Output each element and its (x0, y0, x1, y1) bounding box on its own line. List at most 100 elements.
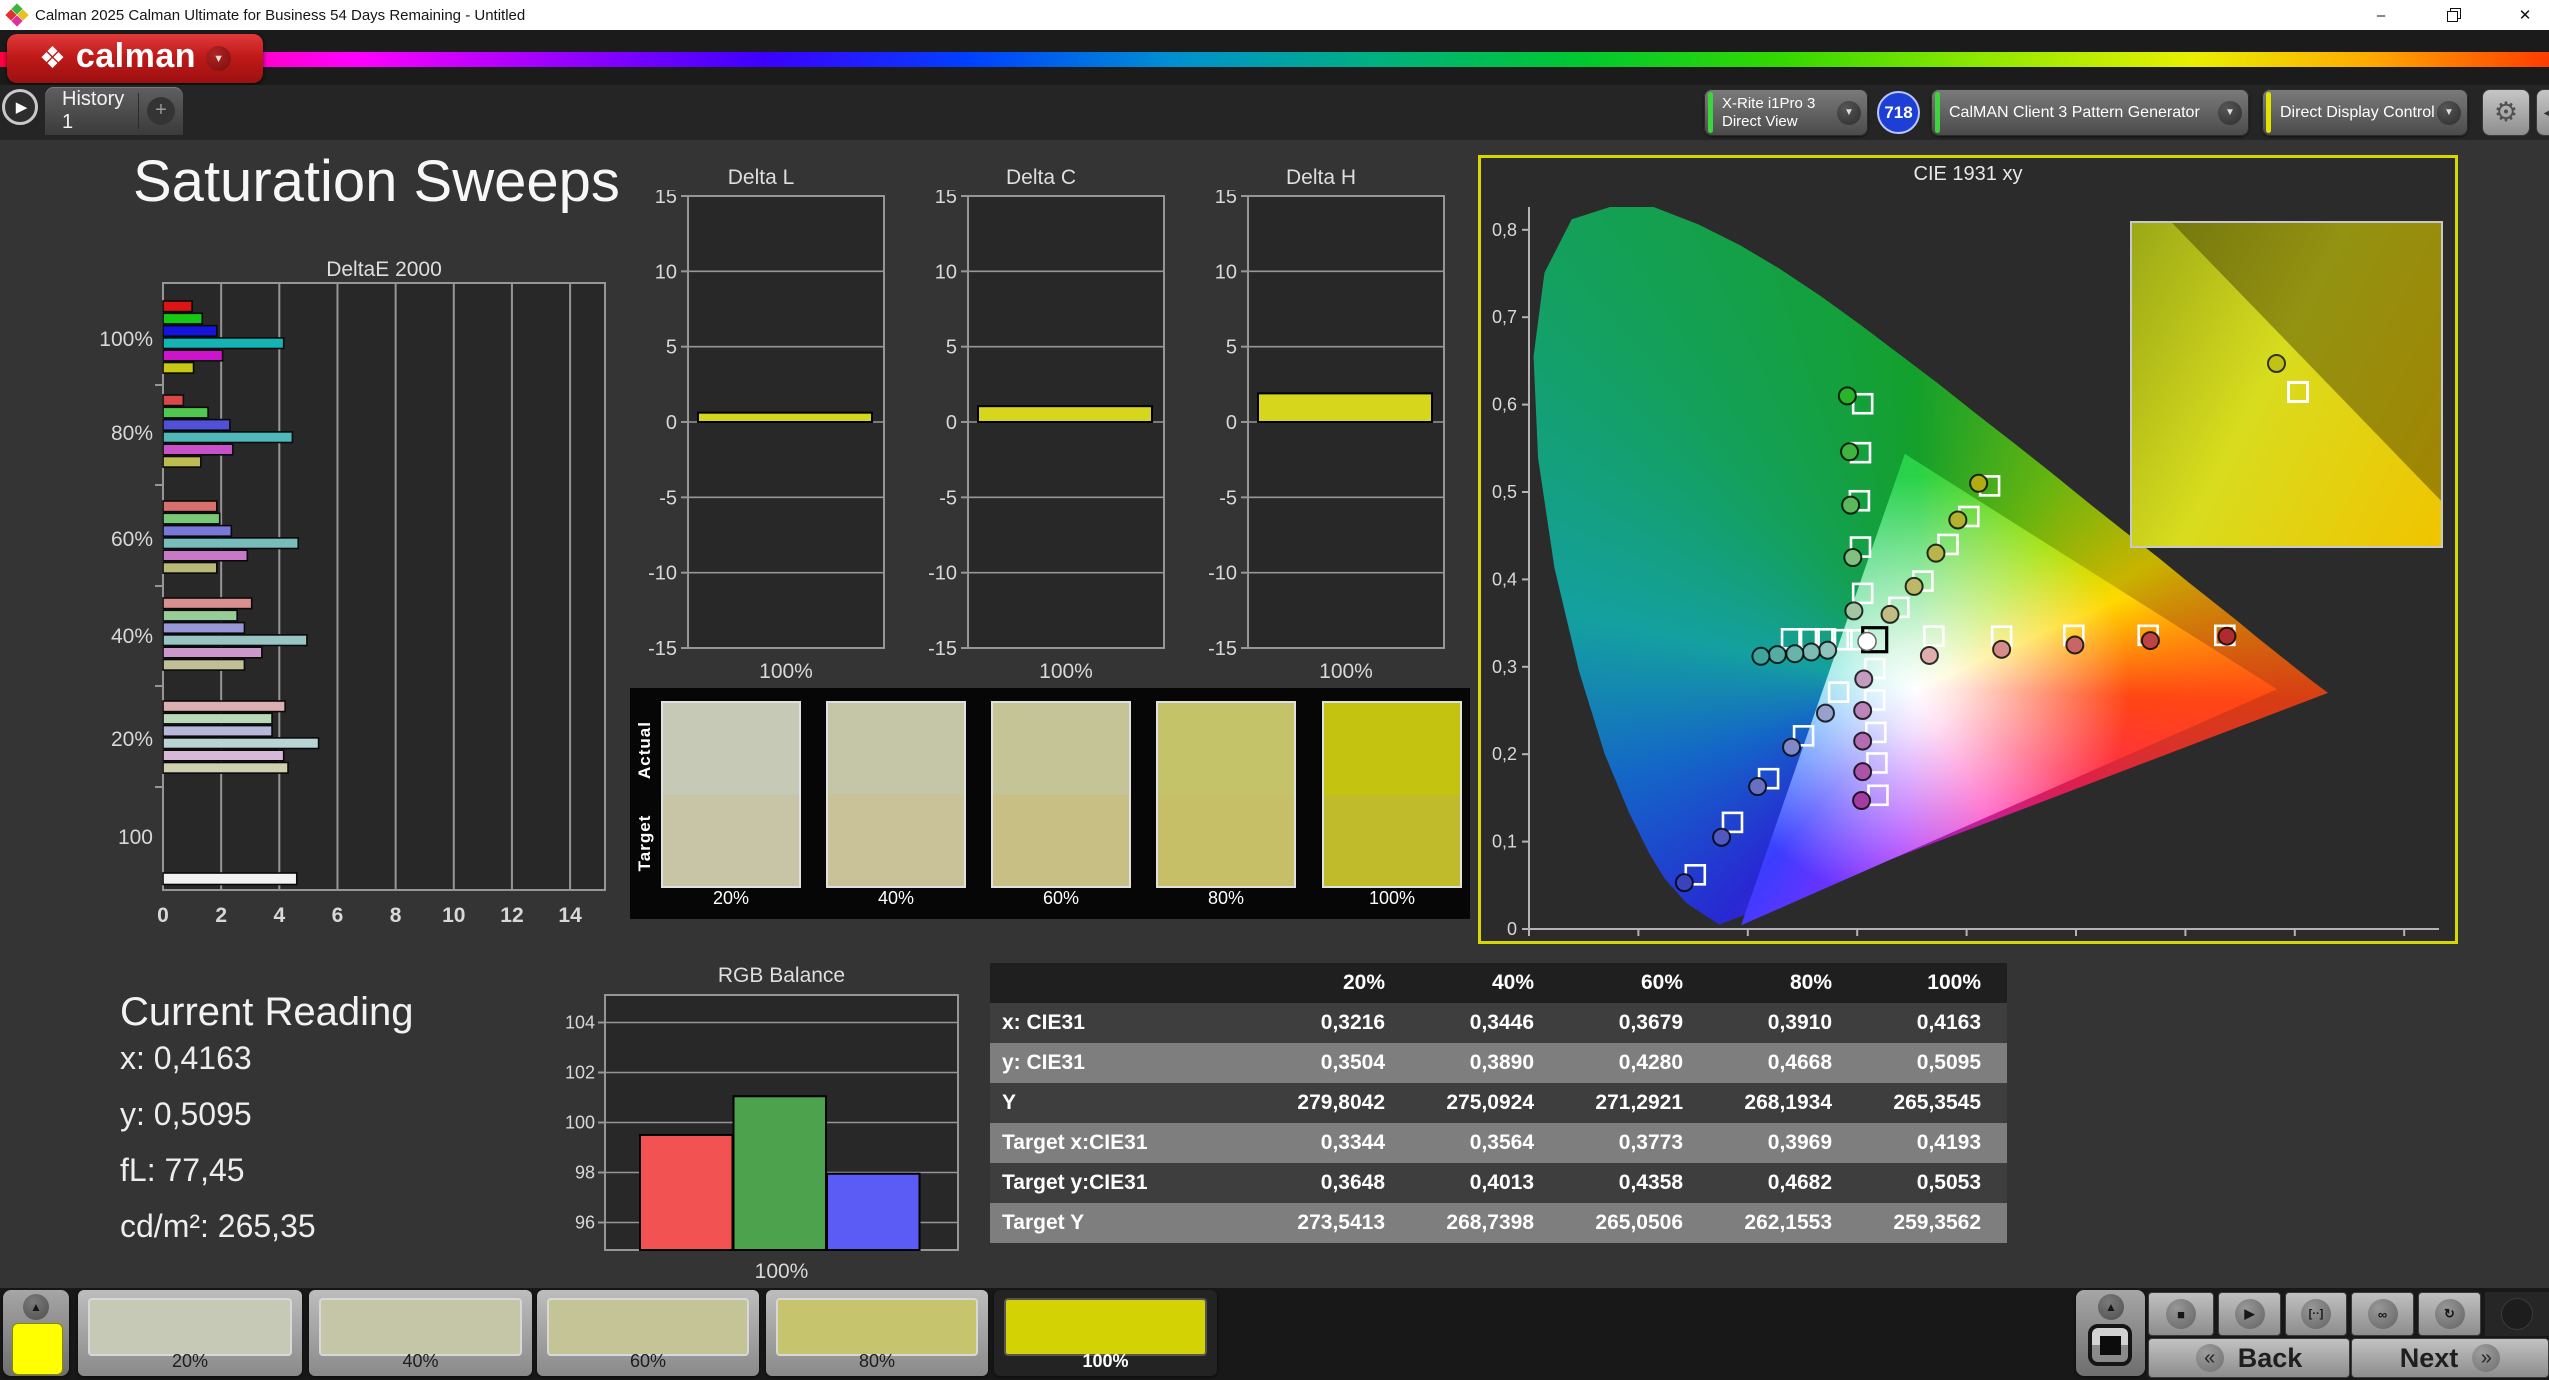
table-cell: 0,5095 (1916, 1051, 1981, 1074)
back-chevron-icon: « (2195, 1344, 2224, 1372)
back-button[interactable]: « Back (2148, 1338, 2350, 1378)
column-header: 60% (1640, 971, 1683, 994)
svg-text:-15: -15 (648, 638, 677, 660)
svg-text:15: 15 (655, 190, 677, 208)
column-header: 100% (1927, 971, 1981, 994)
close-button[interactable]: ✕ (2515, 6, 2535, 24)
calman-window: Calman 2025 Calman Ultimate for Business… (0, 0, 2549, 1380)
column-header: 20% (1342, 971, 1385, 994)
rainbow-bar (0, 52, 2549, 67)
svg-text:100%: 100% (1319, 660, 1373, 683)
collapse-up-button[interactable]: ▲ (23, 1294, 49, 1320)
table-cell: 0,4668 (1767, 1051, 1832, 1074)
svg-text:15: 15 (1215, 190, 1237, 208)
delta-c-chart: 15 10 5 0 -5 -10 -15 100% (928, 190, 1165, 683)
svg-text:-15: -15 (928, 638, 957, 660)
table-cell: 271,2921 (1595, 1091, 1683, 1114)
cyan-measured-point (1751, 646, 1771, 666)
cyan-measured-point (1801, 642, 1821, 662)
svg-text:0: 0 (157, 904, 169, 927)
pattern-button-20%[interactable]: 20% (78, 1290, 302, 1376)
pattern-swatch (319, 1298, 522, 1356)
svg-text:5: 5 (666, 337, 677, 359)
back-label: Back (2237, 1342, 2303, 1373)
chevron-down-icon: ▼ (2218, 100, 2242, 125)
blue-measured-point (1748, 777, 1768, 797)
pattern-button-40%[interactable]: 40% (309, 1290, 532, 1376)
meter-dropdown[interactable]: X-Rite i1Pro 3 Direct View ▼ (1704, 89, 1868, 136)
green-measured-point (1841, 495, 1861, 515)
meter-status-badge[interactable]: 718 (1877, 91, 1920, 134)
green-measured-point (1844, 601, 1864, 621)
workflow-nav-button[interactable]: ▶ (2, 89, 38, 125)
magenta-target-point (1867, 784, 1889, 807)
svg-text:0,1: 0,1 (1492, 832, 1517, 852)
pattern-toolbar: ▲ 20% 40% 60% 80% 100% ▲ ■ ▶ [··] ∞ ↻ « Back Nex… (0, 1288, 2549, 1380)
svg-text:15: 15 (935, 190, 957, 208)
source-dropdown[interactable]: CalMAN Client 3 Pattern Generator ▼ (1931, 89, 2249, 136)
minimize-button[interactable]: – (2371, 7, 2391, 24)
header-strip: ❖ calman ▼ (0, 30, 2549, 85)
svg-text:104: 104 (565, 1013, 595, 1033)
pattern-window-button[interactable] (2088, 1324, 2132, 1366)
display-dropdown[interactable]: Direct Display Control ▼ (2262, 89, 2468, 136)
green-target-point (1851, 582, 1874, 605)
up-arrow-icon: ▲ (2105, 1300, 2117, 1314)
magenta-measured-point (1853, 762, 1873, 782)
column-header: 40% (1491, 971, 1534, 994)
green-measured-point (1840, 442, 1860, 462)
step-button[interactable]: [··] (2285, 1292, 2347, 1336)
calman-menu-button[interactable]: ❖ calman ▼ (7, 34, 263, 83)
table-cell: 0,3564 (1469, 1131, 1534, 1154)
meter-line1: X-Rite i1Pro 3 (1722, 94, 1816, 112)
chevron-down-icon: ▼ (206, 46, 232, 71)
collapse-up-button[interactable]: ▲ (2098, 1294, 2124, 1320)
add-tab-button[interactable]: + (139, 97, 183, 125)
play-button[interactable]: ▶ (2218, 1292, 2281, 1336)
rgb-balance-chart: 104 102 100 98 96 100% (565, 994, 959, 1283)
pattern-button-80%[interactable]: 80% (766, 1290, 988, 1376)
pattern-button-60%[interactable]: 60% (537, 1290, 759, 1376)
delta-l-title: Delta L (727, 166, 795, 189)
active-pattern-panel: ▲ (3, 1290, 69, 1376)
svg-text:98: 98 (575, 1163, 595, 1183)
pattern-button-100%[interactable]: 100% (994, 1290, 1217, 1376)
app-logo-icon (5, 3, 29, 27)
red-measured-point (1919, 645, 1939, 665)
calman-logo-text: calman (75, 37, 197, 75)
row-label: Target Y (1002, 1211, 1085, 1234)
table-cell: 0,3446 (1469, 1011, 1534, 1034)
record-indicator (2485, 1292, 2549, 1336)
collapse-panel-button[interactable]: ◀ (2536, 89, 2549, 136)
svg-text:-10: -10 (1208, 563, 1237, 585)
table-cell: 275,0924 (1446, 1091, 1534, 1114)
cyan-measured-point (1767, 645, 1787, 665)
source-label: CalMAN Client 3 Pattern Generator (1949, 103, 2200, 121)
refresh-button[interactable]: ↻ (2418, 1292, 2481, 1336)
chevron-left-icon: ◀ (2544, 104, 2549, 121)
svg-text:4: 4 (273, 904, 285, 927)
pattern-label: 100% (1082, 1351, 1129, 1371)
svg-text:102: 102 (565, 1063, 595, 1083)
settings-button[interactable]: ⚙ (2482, 89, 2530, 136)
target-swatch (1324, 794, 1460, 886)
restore-button[interactable] (2443, 7, 2463, 24)
svg-text:5: 5 (1226, 337, 1237, 359)
magenta-measured-point (1853, 701, 1873, 720)
svg-text:-15: -15 (1208, 638, 1237, 660)
continuous-button[interactable]: ∞ (2351, 1292, 2414, 1336)
svg-text:100: 100 (118, 826, 153, 849)
deltae-chart-title: DeltaE 2000 (326, 258, 442, 281)
table-cell: 0,3344 (1320, 1131, 1385, 1154)
next-button[interactable]: Next » (2351, 1338, 2549, 1378)
cie-1931-panel: CIE 1931 xy 00,10,20,30,40,50,60,70,800,… (1478, 155, 2458, 944)
red-measured-point (1992, 639, 2012, 659)
magenta-measured-point (1854, 669, 1874, 689)
display-label: Direct Display Control (2280, 103, 2435, 121)
tab-history-1[interactable]: History 1 + (45, 87, 183, 135)
svg-text:10: 10 (935, 261, 957, 283)
swatch-60% (991, 701, 1131, 888)
swatch-20% (661, 701, 801, 888)
row-label: Target y:CIE31 (1002, 1171, 1148, 1194)
stop-button[interactable]: ■ (2148, 1292, 2214, 1336)
